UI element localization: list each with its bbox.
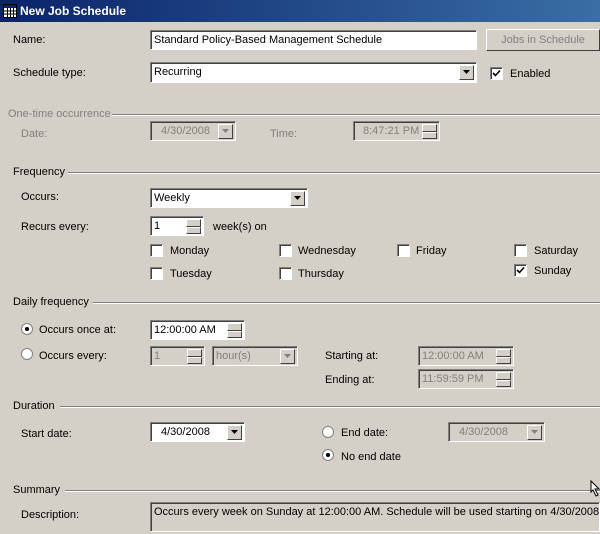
tuesday-label: Tuesday bbox=[170, 268, 212, 280]
one-time-time-value: 8:47:21 PM bbox=[363, 125, 420, 137]
description-label: Description: bbox=[21, 509, 80, 521]
spinner-icon[interactable] bbox=[496, 372, 511, 387]
start-date-label: Start date: bbox=[21, 428, 72, 440]
separator bbox=[68, 172, 600, 174]
occurs-every-unit-value: hour(s) bbox=[216, 350, 251, 362]
radio-dot-icon bbox=[25, 327, 29, 331]
spinner-icon[interactable] bbox=[187, 349, 202, 364]
one-time-date-value: 4/30/2008 bbox=[161, 125, 210, 137]
description-field: Occurs every week on Sunday at 12:00:00 … bbox=[150, 502, 600, 532]
wednesday-checkbox[interactable] bbox=[279, 244, 292, 257]
end-date-label: End date: bbox=[341, 427, 389, 439]
monday-checkbox[interactable] bbox=[150, 244, 163, 257]
name-label: Name: bbox=[13, 34, 46, 46]
recurs-every-spinner[interactable]: 1 bbox=[150, 216, 204, 236]
check-icon bbox=[492, 69, 501, 77]
schedule-type-label: Schedule type: bbox=[13, 67, 86, 79]
one-time-group-label: One-time occurrence bbox=[8, 108, 111, 120]
chevron-down-icon[interactable] bbox=[290, 191, 305, 206]
occurs-dropdown[interactable]: Weekly bbox=[150, 188, 308, 208]
occurs-every-label: Occurs every: bbox=[39, 350, 107, 362]
separator bbox=[112, 114, 600, 116]
name-input-value: Standard Policy-Based Management Schedul… bbox=[154, 34, 383, 46]
separator bbox=[65, 490, 600, 492]
date-label: Date: bbox=[21, 128, 48, 140]
separator bbox=[93, 302, 600, 304]
separator bbox=[60, 406, 600, 408]
end-date-picker[interactable]: 4/30/2008 bbox=[448, 422, 545, 442]
recurs-every-label: Recurs every: bbox=[21, 221, 89, 233]
no-end-date-radio[interactable] bbox=[322, 449, 334, 461]
spinner-icon[interactable] bbox=[422, 124, 437, 139]
end-date-radio[interactable] bbox=[322, 426, 334, 438]
time-label: Time: bbox=[270, 128, 298, 140]
one-time-time-spinner[interactable]: 8:47:21 PM bbox=[353, 121, 440, 141]
chevron-down-icon[interactable] bbox=[459, 65, 474, 80]
occurs-once-time-spinner[interactable]: 12:00:00 AM bbox=[150, 320, 245, 340]
ending-at-spinner[interactable]: 11:59:59 PM bbox=[418, 369, 514, 389]
friday-checkbox[interactable] bbox=[397, 244, 410, 257]
wednesday-label: Wednesday bbox=[298, 245, 356, 257]
name-input[interactable]: Standard Policy-Based Management Schedul… bbox=[150, 30, 477, 50]
start-date-value: 4/30/2008 bbox=[161, 426, 210, 438]
occurs-label: Occurs: bbox=[21, 191, 59, 203]
frequency-group-label: Frequency bbox=[13, 166, 65, 178]
recurs-unit-label: week(s) on bbox=[213, 221, 267, 233]
sunday-label: Sunday bbox=[534, 265, 572, 277]
occurs-once-time-value: 12:00:00 AM bbox=[154, 324, 216, 336]
spinner-icon[interactable] bbox=[227, 323, 242, 338]
resize-cursor-icon bbox=[590, 480, 600, 497]
thursday-checkbox[interactable] bbox=[279, 267, 292, 280]
enabled-label: Enabled bbox=[510, 68, 551, 80]
check-icon bbox=[516, 266, 525, 274]
saturday-label: Saturday bbox=[534, 245, 579, 257]
schedule-type-dropdown[interactable]: Recurring bbox=[150, 62, 477, 83]
thursday-label: Thursday bbox=[298, 268, 344, 280]
chevron-down-icon[interactable] bbox=[227, 425, 242, 440]
occurs-every-radio[interactable] bbox=[21, 348, 33, 360]
tuesday-checkbox[interactable] bbox=[150, 267, 163, 280]
occurs-value: Weekly bbox=[154, 192, 190, 204]
chevron-down-icon[interactable] bbox=[527, 425, 542, 440]
radio-dot-icon bbox=[326, 453, 330, 457]
spinner-icon[interactable] bbox=[186, 219, 201, 234]
recurs-every-value: 1 bbox=[154, 220, 161, 232]
starting-at-label: Starting at: bbox=[325, 350, 379, 362]
summary-group-label: Summary bbox=[13, 484, 61, 496]
chevron-down-icon[interactable] bbox=[280, 349, 295, 364]
monday-label: Monday bbox=[170, 245, 210, 257]
description-value: Occurs every week on Sunday at 12:00:00 … bbox=[154, 506, 600, 518]
no-end-date-label: No end date bbox=[341, 451, 401, 463]
chevron-down-icon[interactable] bbox=[218, 124, 233, 139]
jobs-in-schedule-button[interactable]: Jobs in Schedule bbox=[486, 29, 600, 51]
duration-group-label: Duration bbox=[13, 400, 55, 412]
starting-at-spinner[interactable]: 12:00:00 AM bbox=[418, 346, 514, 366]
occurs-every-unit-dropdown[interactable]: hour(s) bbox=[212, 346, 298, 366]
occurs-once-radio[interactable] bbox=[21, 323, 33, 335]
spinner-icon[interactable] bbox=[496, 349, 511, 364]
occurs-every-spinner[interactable]: 1 bbox=[150, 346, 205, 366]
saturday-checkbox[interactable] bbox=[514, 244, 527, 257]
window-title: New Job Schedule bbox=[20, 4, 127, 18]
ending-at-value: 11:59:59 PM bbox=[422, 373, 484, 385]
schedule-type-value: Recurring bbox=[154, 66, 202, 78]
enabled-checkbox[interactable] bbox=[490, 67, 503, 80]
end-date-value: 4/30/2008 bbox=[459, 426, 508, 438]
start-date-picker[interactable]: 4/30/2008 bbox=[150, 422, 245, 442]
ending-at-label: Ending at: bbox=[325, 374, 375, 386]
one-time-date-picker[interactable]: 4/30/2008 bbox=[150, 121, 236, 141]
starting-at-value: 12:00:00 AM bbox=[422, 350, 484, 362]
occurs-once-label: Occurs once at: bbox=[39, 324, 117, 336]
friday-label: Friday bbox=[416, 245, 447, 257]
sunday-checkbox[interactable] bbox=[514, 264, 527, 277]
daily-frequency-group-label: Daily frequency bbox=[13, 296, 89, 308]
occurs-every-value: 1 bbox=[154, 350, 161, 362]
calendar-grid-icon bbox=[3, 4, 17, 18]
title-bar: New Job Schedule bbox=[0, 0, 600, 22]
